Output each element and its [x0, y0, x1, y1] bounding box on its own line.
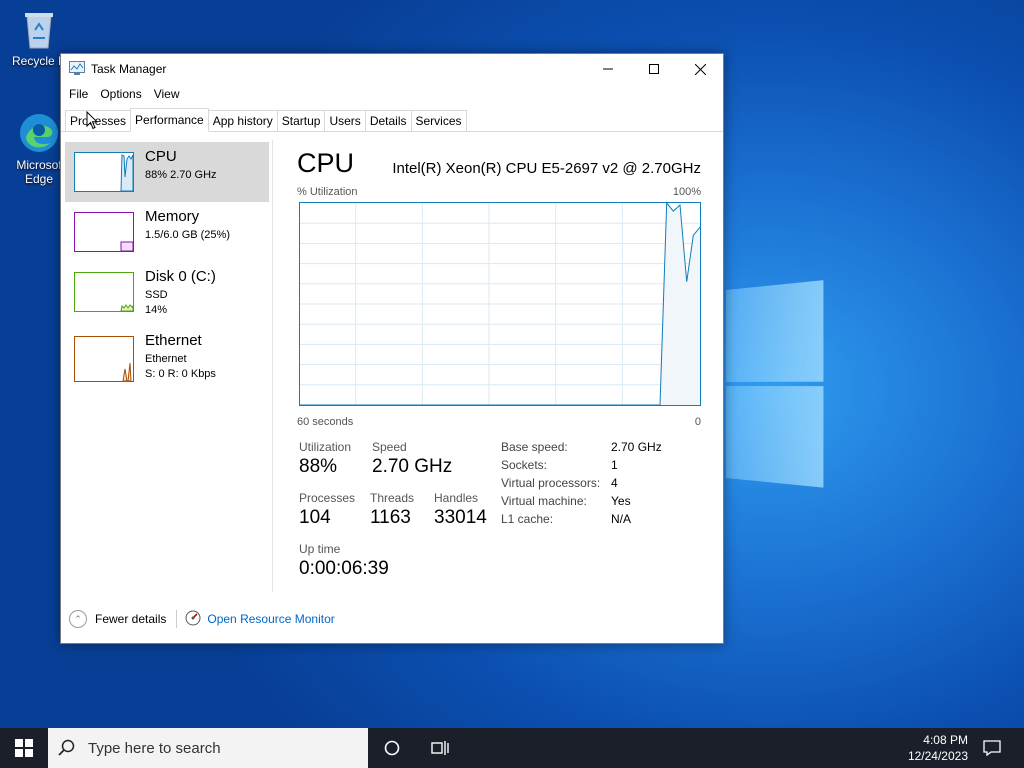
spec-key: Virtual processors:	[501, 476, 601, 490]
tab-details[interactable]: Details	[364, 110, 412, 131]
notification-icon	[983, 740, 1001, 756]
resource-name: Ethernet	[145, 332, 202, 349]
tab-startup[interactable]: Startup	[276, 110, 326, 131]
resource-detail-2: S: 0 R: 0 Kbps	[145, 368, 216, 380]
cpu-graph-svg	[300, 201, 701, 406]
uptime-label: Up time	[299, 542, 341, 556]
speed-label: Speed	[372, 440, 407, 454]
spec-value: 4	[611, 476, 618, 490]
uptime-value: 0:00:06:39	[299, 558, 389, 579]
resource-detail: SSD	[145, 289, 168, 301]
cortana-button[interactable]	[368, 728, 416, 768]
resource-name: Disk 0 (C:)	[145, 268, 216, 285]
spec-key: L1 cache:	[501, 512, 554, 526]
menu-view[interactable]: View	[148, 87, 186, 101]
resource-monitor-icon	[185, 610, 201, 629]
spec-key: Sockets:	[501, 458, 548, 472]
task-manager-icon	[69, 60, 85, 78]
x-axis-left: 60 seconds	[297, 416, 354, 428]
spec-key: Virtual machine:	[501, 494, 587, 508]
utilization-label: Utilization	[299, 440, 352, 454]
clock-date: 12/24/2023	[907, 749, 968, 763]
task-manager-window: Task Manager File Options View Processes…	[60, 53, 724, 644]
processes-label: Processes	[299, 491, 356, 505]
speed-value: 2.70 GHz	[372, 456, 453, 477]
resource-item-ethernet[interactable]: Ethernet Ethernet S: 0 R: 0 Kbps	[65, 328, 269, 388]
cpu-utilization-graph	[299, 201, 701, 406]
fewer-details-link[interactable]: Fewer details	[95, 612, 166, 626]
memory-thumbnail-graph	[74, 212, 134, 252]
tab-services[interactable]: Services	[410, 110, 467, 131]
ethernet-thumbnail-graph	[74, 336, 134, 382]
resource-detail: 88% 2.70 GHz	[145, 169, 217, 181]
tab-users[interactable]: Users	[324, 110, 366, 131]
tab-processes[interactable]: Processes	[65, 110, 132, 131]
spec-value: 1	[611, 458, 618, 472]
taskbar-search-box[interactable]: Type here to search	[48, 728, 368, 768]
y-axis-max: 100%	[672, 186, 701, 198]
x-axis-right: 0	[694, 416, 701, 428]
chevron-up-icon[interactable]: ⌃	[69, 610, 87, 628]
menu-options[interactable]: Options	[94, 87, 147, 101]
resource-item-disk[interactable]: Disk 0 (C:) SSD 14%	[65, 262, 269, 322]
window-title: Task Manager	[91, 62, 167, 76]
threads-label: Threads	[370, 491, 415, 505]
clock-time: 4:08 PM	[923, 733, 968, 747]
desktop-windows-logo	[726, 280, 824, 490]
minimize-icon	[603, 68, 613, 70]
menu-file[interactable]: File	[63, 87, 94, 101]
taskbar: Type here to search	[0, 728, 1024, 768]
y-axis-label: % Utilization	[297, 186, 358, 198]
handles-label: Handles	[434, 491, 479, 505]
resource-name: CPU	[145, 148, 177, 165]
footer-divider	[176, 610, 178, 628]
resource-item-cpu[interactable]: CPU 88% 2.70 GHz	[65, 142, 269, 202]
resource-item-memory[interactable]: Memory 1.5/6.0 GB (25%)	[65, 202, 269, 262]
menu-bar: File Options View	[61, 84, 723, 104]
resource-detail: Ethernet	[145, 353, 187, 365]
start-button[interactable]	[0, 728, 48, 768]
close-button[interactable]	[677, 54, 723, 84]
cortana-circle-icon	[384, 740, 400, 756]
spec-key: Base speed:	[501, 440, 568, 454]
handles-value: 33014	[434, 507, 487, 528]
tab-performance[interactable]: Performance	[130, 108, 209, 132]
close-icon	[694, 63, 706, 75]
cpu-thumbnail-graph	[74, 152, 134, 192]
taskbar-clock[interactable]: 4:08 PM 12/24/2023	[904, 732, 968, 764]
open-resource-monitor-link[interactable]: Open Resource Monitor	[207, 612, 334, 626]
maximize-icon	[649, 64, 659, 74]
task-view-button[interactable]	[416, 728, 464, 768]
action-center-button[interactable]	[978, 734, 1006, 762]
threads-value: 1163	[370, 507, 411, 528]
search-icon	[58, 739, 75, 756]
task-view-icon	[431, 741, 449, 755]
tab-app-history[interactable]: App history	[207, 110, 278, 131]
spec-value: Yes	[611, 494, 631, 508]
cpu-model-name: Intel(R) Xeon(R) CPU E5-2697 v2 @ 2.70GH…	[392, 160, 701, 177]
search-placeholder: Type here to search	[88, 739, 221, 757]
detail-title: CPU	[297, 148, 355, 178]
resource-detail: 1.5/6.0 GB (25%)	[145, 229, 230, 241]
spec-value: N/A	[611, 512, 632, 526]
disk-thumbnail-graph	[74, 272, 134, 312]
window-footer: ⌃ Fewer details Open Resource Monitor	[61, 602, 723, 636]
tab-strip: Processes Performance App history Startu…	[61, 108, 723, 132]
processes-value: 104	[299, 507, 331, 528]
resource-name: Memory	[145, 208, 200, 225]
mouse-cursor-icon	[86, 111, 98, 130]
minimize-button[interactable]	[585, 54, 631, 84]
spec-value: 2.70 GHz	[611, 440, 662, 454]
resource-list: CPU 88% 2.70 GHz Memory 1.5/6.0 GB (25%)…	[61, 140, 273, 592]
resource-detail-2: 14%	[145, 304, 168, 316]
utilization-value: 88%	[299, 456, 338, 477]
recycle-bin-icon	[18, 8, 60, 50]
windows-start-icon	[15, 739, 33, 757]
maximize-button[interactable]	[631, 54, 677, 84]
title-bar[interactable]: Task Manager	[61, 54, 723, 84]
edge-icon	[18, 112, 60, 154]
